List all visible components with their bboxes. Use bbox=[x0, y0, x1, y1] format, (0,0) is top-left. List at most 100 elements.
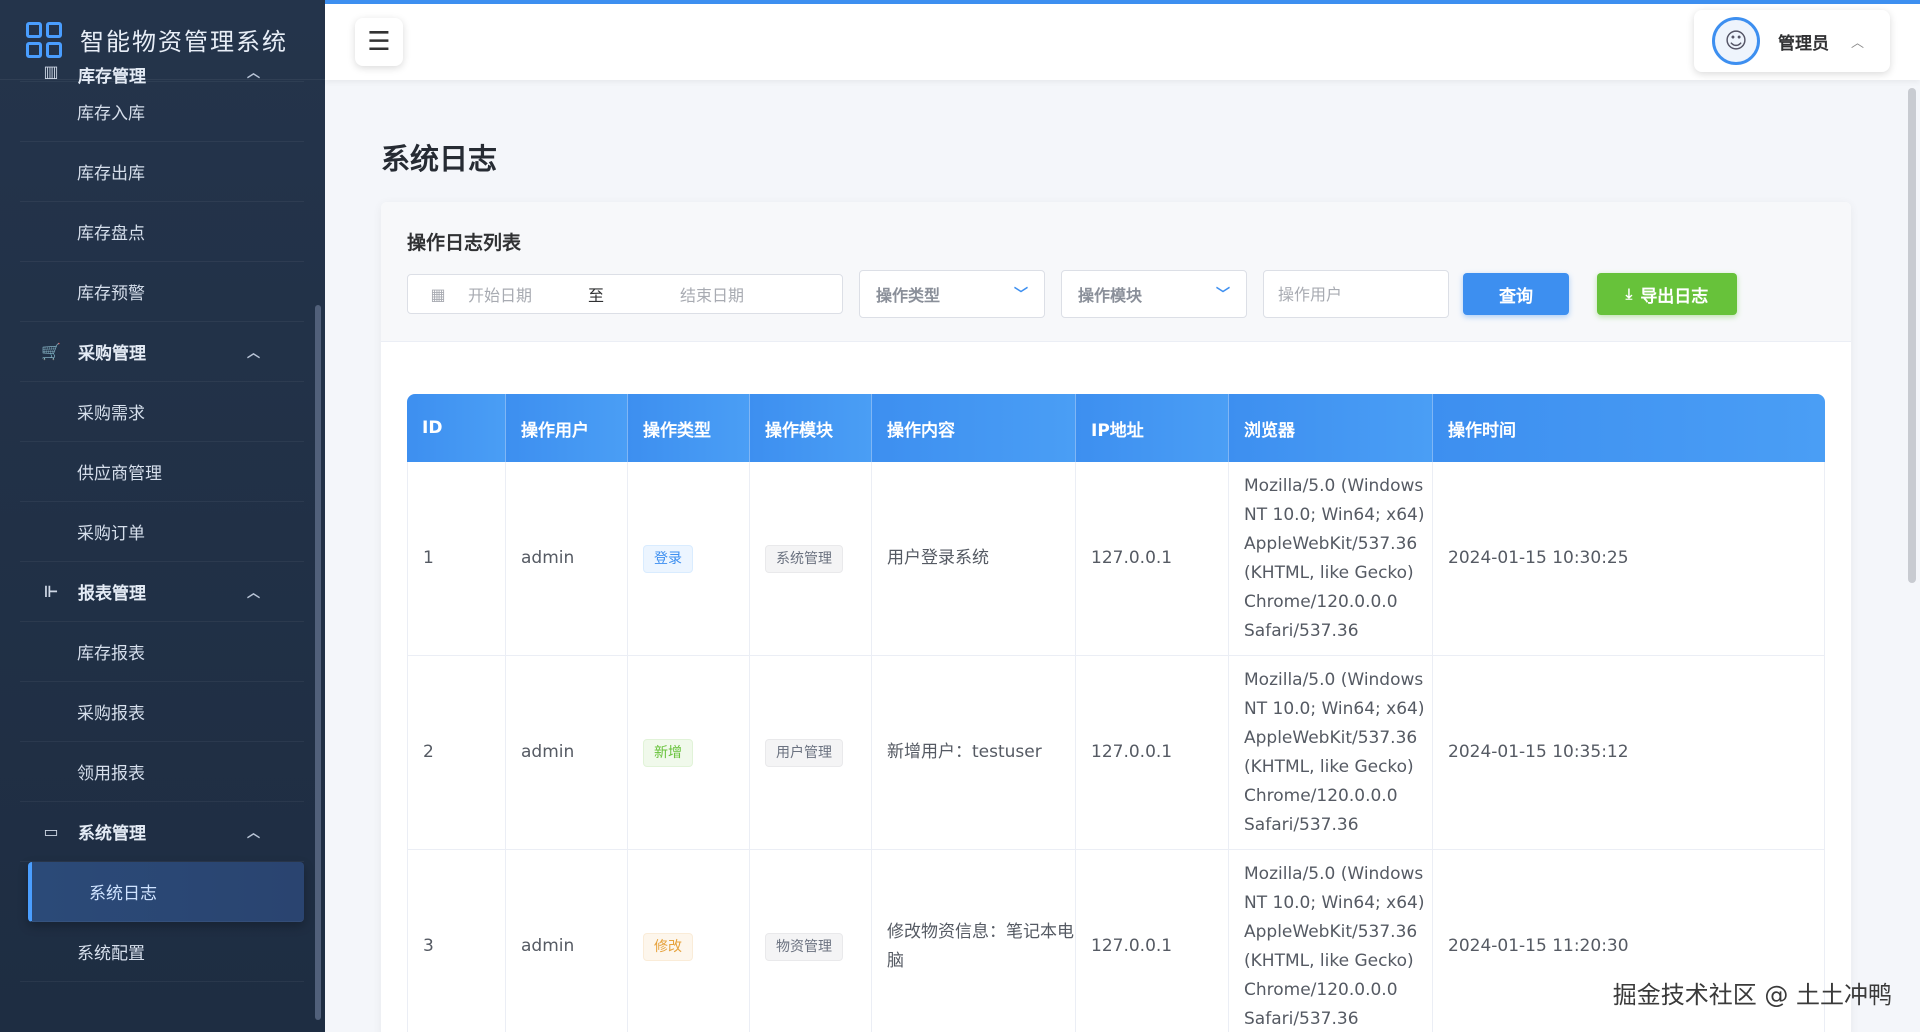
sidebar-group[interactable]: ▭ 系统管理 ︿ bbox=[20, 802, 304, 862]
type-tag: 修改 bbox=[643, 933, 693, 961]
download-icon: ⤓ bbox=[1625, 285, 1633, 303]
module-tag: 系统管理 bbox=[765, 545, 843, 573]
chevron-up-icon: ︿ bbox=[246, 826, 260, 841]
column-header: ID bbox=[407, 394, 506, 462]
sidebar-item-label: 库存出库 bbox=[77, 164, 145, 184]
cell-ip: 127.0.0.1 bbox=[1076, 462, 1229, 656]
operation-module-select[interactable]: 操作模块 ﹀ bbox=[1061, 270, 1247, 318]
chevron-up-icon: ︿ bbox=[1851, 35, 1865, 51]
chevron-up-icon: ︿ bbox=[246, 346, 260, 361]
sidebar-item-label: 领用报表 bbox=[77, 764, 145, 784]
query-button[interactable]: 查询 bbox=[1463, 273, 1569, 315]
query-label: 查询 bbox=[1499, 286, 1533, 306]
cell-ip: 127.0.0.1 bbox=[1076, 656, 1229, 850]
range-separator: 至 bbox=[588, 286, 605, 305]
sidebar-item-label: 库存入库 bbox=[77, 104, 145, 124]
date-range-picker[interactable]: ▦ 开始日期 至 结束日期 bbox=[407, 274, 843, 314]
cell-time: 2024-01-15 10:35:12 bbox=[1433, 656, 1825, 850]
table-header-row: ID 操作用户 操作类型 操作模块 操作内容 IP地址 浏览器 操作时间 bbox=[407, 394, 1825, 462]
table-row[interactable]: 1 admin 登录 系统管理 用户登录系统 127.0.0.1 Mozilla/5.0 (… bbox=[407, 462, 1825, 656]
cart-icon: 🛒 bbox=[41, 342, 61, 361]
cell-browser: Mozilla/5.0 (Windows NT 10.0; Win64; x64… bbox=[1229, 656, 1433, 850]
log-table-wrapper: ID 操作用户 操作类型 操作模块 操作内容 IP地址 浏览器 操作时间 1 admin 登录 系统… bbox=[407, 394, 1825, 1032]
operation-user-input[interactable] bbox=[1263, 270, 1449, 318]
sidebar-group-label: 库存管理 bbox=[78, 67, 146, 87]
module-tag: 用户管理 bbox=[765, 739, 843, 767]
chevron-down-icon: ﹀ bbox=[1014, 287, 1028, 303]
grid-logo-icon bbox=[26, 21, 62, 58]
cell-module: 系统管理 bbox=[750, 462, 872, 656]
sidebar-item[interactable]: 库存报表 bbox=[20, 622, 304, 682]
type-tag: 登录 bbox=[643, 545, 693, 573]
column-header: 操作类型 bbox=[628, 394, 750, 462]
monitor-icon: ▭ bbox=[43, 822, 59, 841]
filter-panel: 操作日志列表 ▦ 开始日期 至 结束日期 操作类型 ﹀ 操作模块 ﹀ 查询 ⤓ 导… bbox=[381, 202, 1851, 342]
table-row[interactable]: 2 admin 新增 用户管理 新增用户：testuser 127.0.0.1 Mozill… bbox=[407, 656, 1825, 850]
cell-type: 新增 bbox=[628, 656, 750, 850]
start-date-input[interactable]: 开始日期 bbox=[468, 282, 588, 306]
sidebar-item-label: 库存预警 bbox=[77, 284, 145, 304]
operation-type-select[interactable]: 操作类型 ﹀ bbox=[859, 270, 1045, 318]
app-title: 智能物资管理系统 bbox=[80, 28, 288, 56]
cell-module: 物资管理 bbox=[750, 850, 872, 1032]
column-header: 操作模块 bbox=[750, 394, 872, 462]
cell-id: 2 bbox=[407, 656, 506, 850]
sidebar-item[interactable]: 供应商管理 bbox=[20, 442, 304, 502]
cell-user: admin bbox=[506, 462, 628, 656]
sidebar-item-label: 供应商管理 bbox=[77, 464, 162, 484]
chevron-up-icon: ︿ bbox=[246, 66, 260, 81]
cell-id: 1 bbox=[407, 462, 506, 656]
user-dropdown[interactable]: ☺ 管理员 ︿ bbox=[1694, 10, 1890, 72]
sidebar-item-label: 库存报表 bbox=[77, 644, 145, 664]
cell-browser: Mozilla/5.0 (Windows NT 10.0; Win64; x64… bbox=[1229, 850, 1433, 1032]
inventory-icon: ▥ bbox=[43, 62, 59, 81]
sidebar-item[interactable]: 采购订单 bbox=[20, 502, 304, 562]
export-log-button[interactable]: ⤓ 导出日志 bbox=[1597, 273, 1737, 315]
cell-browser: Mozilla/5.0 (Windows NT 10.0; Win64; x64… bbox=[1229, 462, 1433, 656]
cell-content: 用户登录系统 bbox=[872, 462, 1076, 656]
sidebar-item[interactable]: 库存盘点 bbox=[20, 202, 304, 262]
filter-bar: ▦ 开始日期 至 结束日期 操作类型 ﹀ 操作模块 ﹀ 查询 ⤓ 导出日志 bbox=[407, 270, 1737, 318]
sidebar-item[interactable]: 库存入库 bbox=[20, 82, 304, 142]
column-header: 操作用户 bbox=[506, 394, 628, 462]
sidebar-group[interactable]: ▥ 库存管理 ︿ bbox=[20, 62, 304, 87]
cell-content: 新增用户：testuser bbox=[872, 656, 1076, 850]
menu-toggle-button[interactable]: ☰ bbox=[355, 18, 403, 66]
end-date-input[interactable]: 结束日期 bbox=[680, 282, 744, 306]
sidebar-item[interactable]: 系统日志 bbox=[28, 862, 304, 922]
cell-user: admin bbox=[506, 850, 628, 1032]
column-header: IP地址 bbox=[1076, 394, 1229, 462]
user-name: 管理员 bbox=[1778, 33, 1829, 54]
sidebar-item[interactable]: 库存预警 bbox=[20, 262, 304, 322]
export-label: 导出日志 bbox=[1640, 286, 1709, 306]
cell-time: 2024-01-15 10:30:25 bbox=[1433, 462, 1825, 656]
sidebar-group[interactable]: ⊩ 报表管理 ︿ bbox=[20, 562, 304, 622]
sidebar-item-label: 库存盘点 bbox=[77, 224, 145, 244]
sidebar-item[interactable]: 库存出库 bbox=[20, 142, 304, 202]
cell-id: 3 bbox=[407, 850, 506, 1032]
sidebar-item[interactable]: 系统配置 bbox=[20, 922, 304, 982]
topbar: ☰ ☺ 管理员 ︿ bbox=[325, 0, 1920, 80]
sidebar-item[interactable]: 领用报表 bbox=[20, 742, 304, 802]
cell-user: admin bbox=[506, 656, 628, 850]
sidebar-item[interactable]: 采购报表 bbox=[20, 682, 304, 742]
cell-module: 用户管理 bbox=[750, 656, 872, 850]
sidebar-group-label: 采购管理 bbox=[78, 344, 146, 364]
sidebar: 智能物资管理系统 ▥ 库存管理 ︿ 库存入库库存出库库存盘点库存预警 🛒 采购管理 ︿ 采购需… bbox=[0, 0, 325, 1032]
card-title: 操作日志列表 bbox=[407, 232, 522, 254]
calendar-icon: ▦ bbox=[430, 284, 446, 304]
table-body: 1 admin 登录 系统管理 用户登录系统 127.0.0.1 Mozilla/5.0 (… bbox=[407, 462, 1825, 1032]
column-header: 操作内容 bbox=[872, 394, 1076, 462]
sidebar-item[interactable]: 采购需求 bbox=[20, 382, 304, 442]
type-tag: 新增 bbox=[643, 739, 693, 767]
main-scrollbar[interactable] bbox=[1908, 88, 1916, 583]
sidebar-item-label: 采购订单 bbox=[77, 524, 145, 544]
cell-ip: 127.0.0.1 bbox=[1076, 850, 1229, 1032]
cell-type: 登录 bbox=[628, 462, 750, 656]
chevron-down-icon: ﹀ bbox=[1216, 287, 1230, 303]
sidebar-item-label: 采购需求 bbox=[77, 404, 145, 424]
chevron-up-icon: ︿ bbox=[246, 586, 260, 601]
sidebar-group[interactable]: 🛒 采购管理 ︿ bbox=[20, 322, 304, 382]
sidebar-scrollbar[interactable] bbox=[315, 305, 321, 1020]
page-title: 系统日志 bbox=[381, 142, 498, 176]
